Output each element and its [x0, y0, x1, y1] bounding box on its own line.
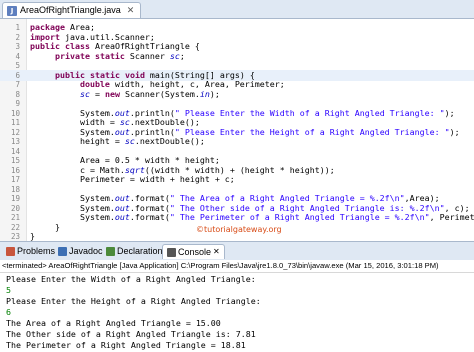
- console-input-line: 6: [6, 307, 11, 317]
- console-output-line: The Area of a Right Angled Triangle = 15…: [6, 318, 221, 328]
- close-icon[interactable]: ✕: [213, 245, 220, 259]
- watermark: ©tutorialgateway.org: [196, 225, 282, 234]
- console-output-line: The Perimeter of a Right Angled Triangle…: [6, 340, 246, 350]
- console-output-line: Please Enter the Height of a Right Angle…: [6, 296, 261, 306]
- console-output-line: Please Enter the Width of a Right Angled…: [6, 274, 256, 284]
- tab-declaration[interactable]: Declaration: [102, 244, 167, 258]
- console-output[interactable]: Please Enter the Width of a Right Angled…: [0, 273, 474, 352]
- console-output-line: The Other side of a Right Angled Triangl…: [6, 329, 256, 339]
- tab-javadoc[interactable]: Javadoc: [54, 244, 107, 258]
- problems-icon: [6, 246, 15, 256]
- tab-problems[interactable]: Problems: [2, 244, 59, 258]
- code-editor[interactable]: 1 package Area; 2 import java.util.Scanner;…: [0, 19, 474, 241]
- console-status: <terminated> AreaOfRightTriangle [Java A…: [0, 260, 474, 273]
- close-icon[interactable]: ✕: [127, 3, 135, 18]
- editor-tab-bar: J AreaOfRightTriangle.java ✕: [0, 0, 474, 19]
- editor-tab-title: AreaOfRightTriangle.java: [20, 5, 121, 15]
- tab-label: Declaration: [117, 246, 163, 256]
- tab-label: Console: [178, 247, 212, 257]
- java-file-icon: J: [7, 5, 17, 16]
- editor-tab[interactable]: J AreaOfRightTriangle.java ✕: [2, 2, 142, 18]
- console-input-line: 5: [6, 285, 11, 295]
- tab-label: Javadoc: [69, 246, 103, 256]
- declaration-icon: [106, 246, 115, 256]
- javadoc-icon: [58, 246, 67, 256]
- console-icon: [167, 247, 176, 257]
- console-tab-bar: Problems Javadoc Declaration Console ✕: [0, 241, 474, 261]
- tab-console[interactable]: Console ✕: [162, 244, 225, 259]
- tab-label: Problems: [17, 246, 56, 256]
